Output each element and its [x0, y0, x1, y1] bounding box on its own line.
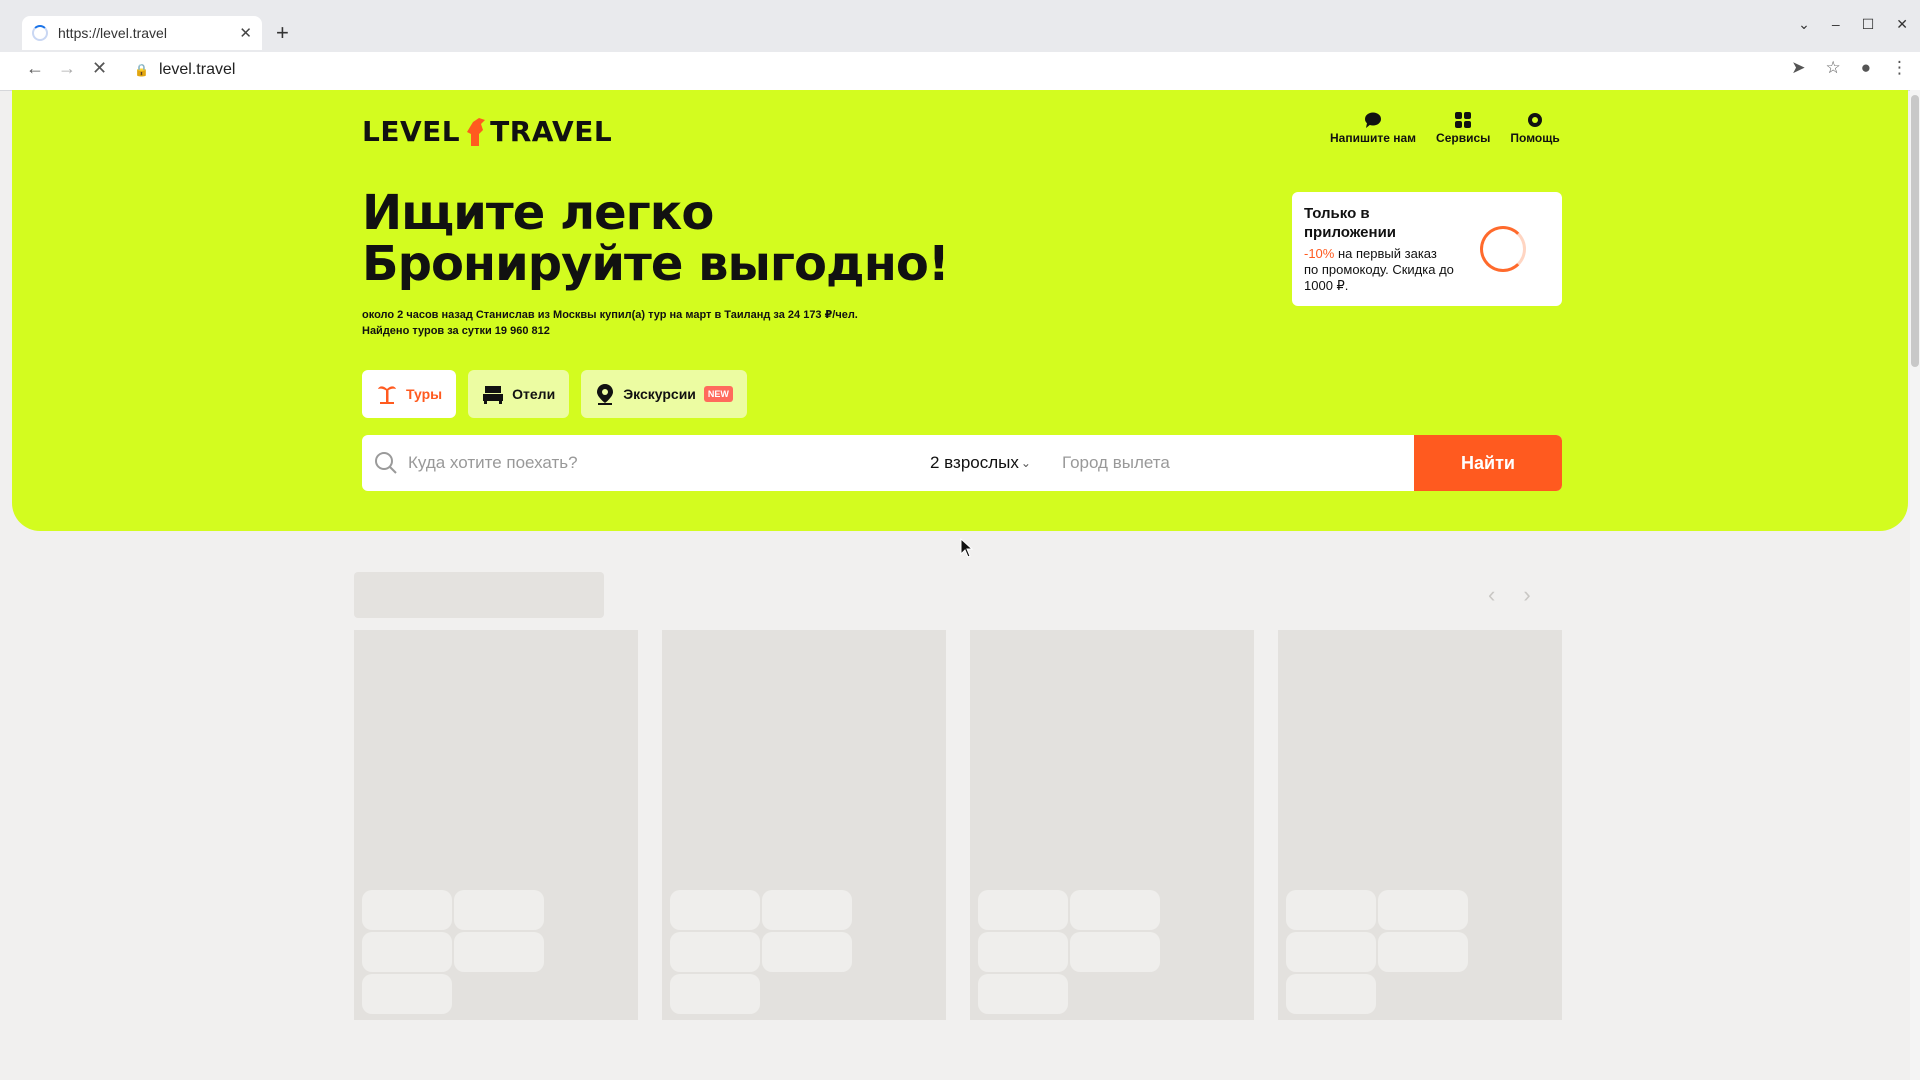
new-badge: NEW — [703, 386, 733, 402]
lifebuoy-icon — [1528, 113, 1543, 127]
tab-title: https://level.travel — [58, 25, 167, 41]
pill-skeleton — [1378, 890, 1468, 930]
tours-found-text: Найдено туров за сутки 19 960 812 — [362, 325, 550, 337]
section-title-skeleton — [354, 572, 604, 618]
palm-icon — [378, 386, 396, 404]
promo-text: -10% на первый заказ по промокоду. Скидк… — [1304, 246, 1454, 294]
lock-icon[interactable]: 🔒 — [134, 63, 149, 77]
bed-icon — [483, 386, 504, 404]
new-tab-button[interactable]: + — [276, 20, 289, 46]
pill-skeleton — [978, 932, 1068, 972]
pill-skeleton — [1286, 890, 1376, 930]
page-headline: Ищите легко Бронируйте выгодно! — [362, 185, 950, 292]
recent-purchase-text: около 2 часов назад Станислав из Москвы … — [362, 309, 858, 321]
adults-selector[interactable]: 2 взрослых ⌄ — [930, 453, 1060, 473]
pill-skeleton — [762, 932, 852, 972]
adults-value: 2 взрослых — [930, 453, 1019, 472]
pill-skeleton — [1378, 932, 1468, 972]
pill-skeleton — [978, 974, 1068, 1014]
pill-skeleton — [1070, 932, 1160, 972]
pill-skeleton — [670, 974, 760, 1014]
pill-skeleton — [1070, 890, 1160, 930]
address-bar[interactable]: 🔒 level.travel — [124, 55, 1774, 85]
tab-tours-label: Туры — [406, 386, 443, 402]
search-bar: 2 взрослых ⌄ Найти — [362, 435, 1562, 491]
pill-skeleton — [670, 890, 760, 930]
pill-skeleton — [362, 974, 452, 1014]
tab-tours[interactable]: Туры — [362, 370, 457, 418]
write-us-link[interactable]: Напишите нам — [1330, 112, 1416, 145]
write-us-label: Напишите нам — [1330, 131, 1417, 145]
help-label: Помощь — [1510, 131, 1560, 145]
send-icon[interactable]: ➤ — [1791, 58, 1805, 78]
chevron-down-icon: ⌄ — [1020, 456, 1031, 470]
tab-excursions-label: Экскурсии — [623, 386, 696, 402]
tab-hotels[interactable]: Отели — [468, 370, 570, 418]
category-tabs: Туры Отели Экскурсии NEW — [362, 370, 747, 418]
promo-title: Только в приложении — [1304, 205, 1397, 241]
close-tab-icon[interactable]: ✕ — [239, 24, 252, 42]
logo-text-right: TRAVEL — [490, 115, 613, 148]
tab-excursions[interactable]: Экскурсии NEW — [581, 370, 747, 418]
hero-subtext: около 2 часов назад Станислав из Москвы … — [362, 307, 858, 339]
headline-line-1: Ищите легко — [362, 185, 714, 241]
pill-skeleton — [762, 890, 852, 930]
tab-hotels-label: Отели — [512, 386, 556, 402]
back-icon[interactable]: ← — [26, 58, 44, 79]
site-logo[interactable]: LEVEL TRAVEL — [362, 114, 612, 148]
logo-text-left: LEVEL — [362, 115, 461, 148]
pin-icon — [597, 384, 614, 405]
help-link[interactable]: Помощь — [1510, 112, 1560, 145]
promo-discount: -10% — [1304, 246, 1335, 261]
stop-loading-icon[interactable]: ✕ — [92, 58, 107, 79]
loading-ring-icon — [1480, 226, 1526, 272]
header-links: Напишите нам Сервисы Помощь — [1330, 112, 1560, 145]
card-skeleton — [970, 630, 1254, 1020]
headline-line-2: Бронируйте выгодно! — [362, 236, 950, 292]
menu-kebab-icon[interactable]: ⋮ — [1891, 58, 1908, 78]
carousel-arrows: ‹ › — [1488, 582, 1531, 608]
grid-icon — [1455, 112, 1472, 128]
services-label: Сервисы — [1436, 131, 1491, 145]
departure-city-input[interactable] — [1060, 442, 1409, 484]
mascot-icon — [465, 118, 486, 146]
pill-skeleton — [978, 890, 1068, 930]
pill-skeleton — [1286, 974, 1376, 1014]
card-skeleton — [1278, 630, 1562, 1020]
pill-skeleton — [670, 932, 760, 972]
app-promo-card[interactable]: Только в приложении -10% на первый заказ… — [1292, 192, 1562, 306]
minimize-icon[interactable]: – — [1832, 16, 1840, 33]
window-controls: ⌄ – ☐ ✕ — [1798, 16, 1908, 33]
toolbar-icons: ➤ ☆ ● ⋮ — [1791, 58, 1908, 78]
window-close-icon[interactable]: ✕ — [1896, 16, 1908, 33]
destination-input[interactable] — [406, 442, 930, 484]
bookmark-star-icon[interactable]: ☆ — [1825, 58, 1840, 78]
pill-skeleton — [1286, 932, 1376, 972]
search-icon — [375, 452, 397, 474]
profile-avatar-icon[interactable]: ● — [1861, 58, 1871, 78]
chat-icon — [1365, 112, 1382, 128]
services-link[interactable]: Сервисы — [1436, 112, 1490, 145]
find-button[interactable]: Найти — [1414, 435, 1562, 491]
forward-icon[interactable]: → — [58, 58, 76, 79]
mouse-cursor-icon — [960, 538, 974, 558]
loading-icon — [32, 25, 48, 41]
browser-tab[interactable]: https://level.travel ✕ — [22, 16, 262, 50]
pill-skeleton — [454, 932, 544, 972]
scrollbar-thumb[interactable] — [1911, 95, 1919, 367]
url-text[interactable]: level.travel — [159, 61, 235, 79]
chevron-left-icon[interactable]: ‹ — [1488, 582, 1495, 608]
card-skeleton — [354, 630, 638, 1020]
chevron-right-icon[interactable]: › — [1523, 582, 1530, 608]
pill-skeleton — [362, 932, 452, 972]
maximize-icon[interactable]: ☐ — [1862, 16, 1875, 33]
pill-skeleton — [454, 890, 544, 930]
pill-skeleton — [362, 890, 452, 930]
card-skeleton — [662, 630, 946, 1020]
tab-search-icon[interactable]: ⌄ — [1798, 16, 1810, 33]
